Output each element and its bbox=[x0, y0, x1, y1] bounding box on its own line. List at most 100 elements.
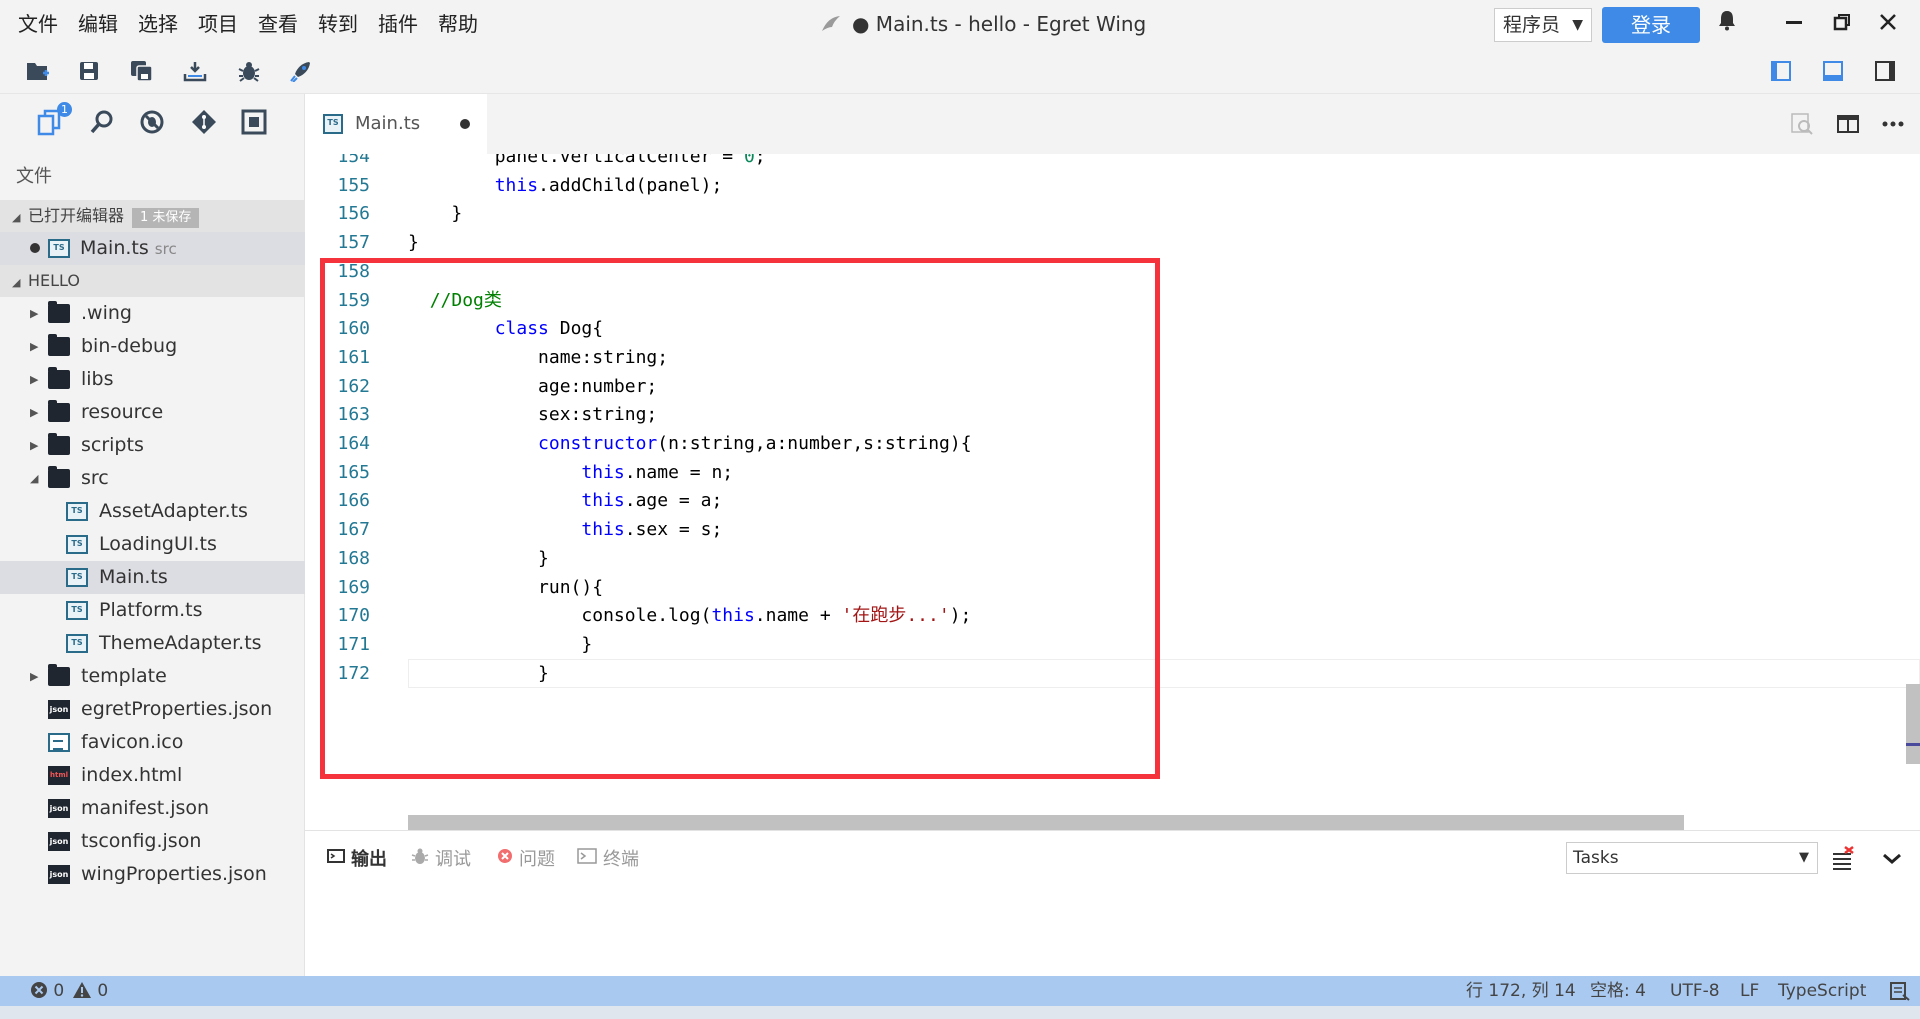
role-select[interactable]: 程序员 ▼ bbox=[1494, 8, 1592, 42]
toggle-panel-icon[interactable] bbox=[1818, 56, 1848, 86]
menu-item-0[interactable]: 文件 bbox=[8, 0, 68, 48]
open-editor-main-ts[interactable]: TS Main.ts src bbox=[0, 232, 305, 265]
launch-rocket-icon[interactable] bbox=[286, 56, 316, 86]
unsaved-dot-icon bbox=[30, 243, 40, 253]
tree-item-label: LoadingUI.ts bbox=[99, 533, 217, 555]
publish-icon[interactable] bbox=[180, 56, 210, 86]
tree-item-label: favicon.ico bbox=[81, 731, 184, 753]
task-select-value: Tasks bbox=[1573, 848, 1619, 868]
tree-item[interactable]: json manifest.json bbox=[0, 792, 305, 825]
tree-item[interactable]: json tsconfig.json bbox=[0, 825, 305, 858]
search-icon[interactable] bbox=[84, 104, 120, 140]
tree-item[interactable]: ▶ template bbox=[0, 660, 305, 693]
toggle-right-sidebar-icon[interactable] bbox=[1870, 56, 1900, 86]
tree-item[interactable]: ▶ .wing bbox=[0, 297, 305, 330]
code-token: this bbox=[494, 174, 539, 196]
unsaved-dot-icon[interactable] bbox=[460, 119, 470, 129]
tab-main-ts[interactable]: TS Main.ts bbox=[305, 94, 487, 154]
tree-item-label: AssetAdapter.ts bbox=[99, 500, 248, 522]
folder-icon bbox=[48, 334, 70, 356]
menu-item-6[interactable]: 插件 bbox=[368, 0, 428, 48]
more-actions-icon[interactable] bbox=[1878, 109, 1908, 139]
save-icon[interactable] bbox=[74, 56, 104, 86]
panel-tab-1[interactable]: 调试 bbox=[411, 845, 471, 871]
chevron-down-icon[interactable]: ◢ bbox=[30, 462, 38, 495]
task-select[interactable]: Tasks ▼ bbox=[1566, 842, 1818, 874]
menu-item-1[interactable]: 编辑 bbox=[68, 0, 128, 48]
tree-item[interactable]: TS AssetAdapter.ts bbox=[0, 495, 305, 528]
language-mode[interactable]: TypeScript bbox=[1778, 976, 1866, 1006]
warnings-status[interactable]: 0 bbox=[72, 976, 108, 1006]
tree-item[interactable]: html index.html bbox=[0, 759, 305, 792]
extensions-icon[interactable] bbox=[236, 104, 272, 140]
vertical-scrollbar[interactable] bbox=[1906, 684, 1920, 764]
find-in-file-icon[interactable] bbox=[1787, 109, 1817, 139]
open-editors-section[interactable]: ◢ 已打开编辑器 1 未保存 bbox=[0, 200, 305, 232]
indentation[interactable]: 空格: 4 bbox=[1590, 976, 1646, 1006]
menu-item-5[interactable]: 转到 bbox=[308, 0, 368, 48]
bottom-panel: 输出 调试 问题 终端 Tasks ▼ bbox=[305, 830, 1920, 976]
restore-icon[interactable] bbox=[1822, 0, 1862, 48]
chevron-right-icon[interactable]: ▶ bbox=[30, 363, 38, 396]
folder-icon bbox=[48, 301, 70, 323]
chevron-right-icon[interactable]: ▶ bbox=[30, 297, 38, 330]
title-bar: 文件 编辑 选择 项目 查看 转到 插件 帮助 ● Main.ts - hello - Egr… bbox=[0, 0, 1920, 48]
debug-icon[interactable] bbox=[134, 104, 170, 140]
line-ending[interactable]: LF bbox=[1740, 976, 1759, 1006]
tree-item-label: egretProperties.json bbox=[81, 698, 273, 720]
code-line: 154 panel.verticalCenter = 0; bbox=[305, 154, 1905, 172]
tree-item[interactable]: TS Main.ts bbox=[0, 561, 305, 594]
chevron-right-icon[interactable]: ▶ bbox=[30, 330, 38, 363]
panel-tab-label: 终端 bbox=[603, 849, 639, 870]
code-token: } bbox=[408, 232, 419, 254]
errors-status[interactable]: 0 bbox=[30, 976, 64, 1006]
panel-tab-2[interactable]: 问题 bbox=[497, 845, 555, 871]
tree-item[interactable]: ▶ scripts bbox=[0, 429, 305, 462]
code-line: 157} bbox=[305, 229, 1905, 258]
tree-item[interactable]: TS Platform.ts bbox=[0, 594, 305, 627]
window-title-text: ● Main.ts - hello - Egret Wing bbox=[852, 12, 1147, 36]
chevron-right-icon[interactable]: ▶ bbox=[30, 660, 38, 693]
debug-bug-icon[interactable] bbox=[234, 56, 264, 86]
tree-item[interactable]: TS LoadingUI.ts bbox=[0, 528, 305, 561]
tree-item[interactable]: favicon.ico bbox=[0, 726, 305, 759]
minimize-icon[interactable] bbox=[1774, 0, 1814, 48]
tree-item[interactable]: ▶ libs bbox=[0, 363, 305, 396]
chevron-right-icon[interactable]: ▶ bbox=[30, 396, 38, 429]
project-section[interactable]: ◢ HELLO bbox=[0, 265, 305, 297]
chevron-right-icon[interactable]: ▶ bbox=[30, 429, 38, 462]
tree-item[interactable]: ◢ src bbox=[0, 462, 305, 495]
folder-icon bbox=[48, 367, 70, 389]
code-line: 156 } bbox=[305, 200, 1905, 229]
menu-item-2[interactable]: 选择 bbox=[128, 0, 188, 48]
tree-item[interactable]: json egretProperties.json bbox=[0, 693, 305, 726]
tree-item[interactable]: json wingProperties.json bbox=[0, 858, 305, 891]
split-editor-icon[interactable] bbox=[1833, 109, 1863, 139]
close-icon[interactable] bbox=[1868, 0, 1908, 48]
horizontal-scrollbar[interactable] bbox=[408, 815, 1684, 830]
notifications-bell-icon[interactable] bbox=[1707, 0, 1747, 48]
explorer-files-icon[interactable]: 1 bbox=[32, 102, 72, 140]
menu-item-7[interactable]: 帮助 bbox=[428, 0, 488, 48]
clear-output-icon[interactable] bbox=[1828, 843, 1858, 873]
toolbar bbox=[0, 48, 1920, 94]
save-all-icon[interactable] bbox=[127, 56, 157, 86]
source-control-git-icon[interactable] bbox=[186, 104, 222, 140]
menu-item-3[interactable]: 项目 bbox=[188, 0, 248, 48]
panel-tab-0[interactable]: 输出 bbox=[327, 845, 387, 871]
tree-item[interactable]: ▶ bin-debug bbox=[0, 330, 305, 363]
menu-item-4[interactable]: 查看 bbox=[248, 0, 308, 48]
cursor-position[interactable]: 行 172, 列 14 bbox=[1466, 976, 1576, 1006]
file-icon bbox=[48, 733, 70, 752]
errors-count: 0 bbox=[53, 981, 65, 1001]
tree-item[interactable]: ▶ resource bbox=[0, 396, 305, 429]
code-text: } bbox=[408, 229, 419, 258]
encoding[interactable]: UTF-8 bbox=[1670, 976, 1720, 1006]
toggle-sidebar-icon[interactable] bbox=[1766, 56, 1796, 86]
collapse-panel-chevron-icon[interactable] bbox=[1877, 843, 1907, 873]
login-button[interactable]: 登录 bbox=[1602, 7, 1700, 43]
panel-tab-3[interactable]: 终端 bbox=[577, 845, 639, 871]
new-project-icon[interactable] bbox=[23, 56, 53, 86]
tree-item[interactable]: TS ThemeAdapter.ts bbox=[0, 627, 305, 660]
